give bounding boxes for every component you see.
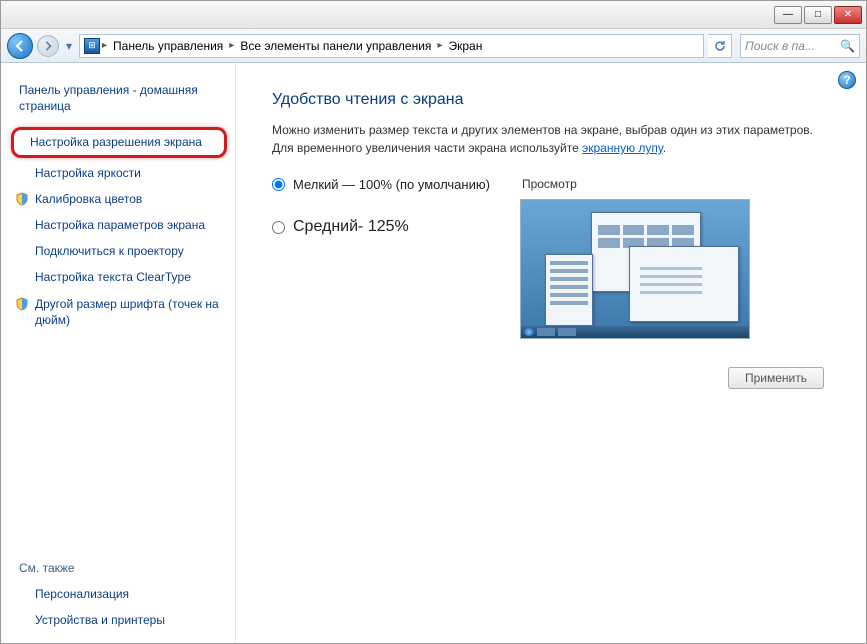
see-also-section: См. также Персонализация Устройства и пр… xyxy=(15,537,223,633)
breadcrumb-item[interactable]: Все элементы панели управления xyxy=(236,39,435,53)
apply-button[interactable]: Применить xyxy=(728,367,824,389)
sidebar-item-label: Калибровка цветов xyxy=(35,192,142,206)
scale-options: Мелкий — 100% (по умолчанию) Средний- 12… xyxy=(272,177,490,339)
magnifier-link[interactable]: экранную лупу xyxy=(582,141,663,155)
chevron-right-icon: ▸ xyxy=(102,40,107,51)
search-icon: 🔍 xyxy=(840,39,855,53)
breadcrumb-item[interactable]: Панель управления xyxy=(109,39,227,53)
scale-option-small[interactable]: Мелкий — 100% (по умолчанию) xyxy=(272,177,490,192)
refresh-button[interactable] xyxy=(708,34,732,58)
breadcrumb-item[interactable]: Экран xyxy=(444,39,486,53)
sidebar-item-resolution[interactable]: Настройка разрешения экрана xyxy=(11,127,227,157)
search-placeholder: Поиск в па... xyxy=(745,39,815,53)
sidebar-item-label: Другой размер шрифта (точек на дюйм) xyxy=(35,297,219,327)
content-pane: ? Удобство чтения с экрана Можно изменит… xyxy=(236,63,866,643)
sidebar-item-calibrate-colors[interactable]: Калибровка цветов xyxy=(15,186,223,212)
preview-image xyxy=(520,199,750,339)
control-panel-home-link[interactable]: Панель управления - домашняя страница xyxy=(15,77,223,119)
refresh-icon xyxy=(714,40,726,52)
preview-window-icon xyxy=(629,246,739,322)
chevron-right-icon: ▸ xyxy=(437,40,442,51)
navigation-bar: ▾ ⊞ ▸ Панель управления ▸ Все элементы п… xyxy=(1,29,866,63)
forward-button[interactable] xyxy=(37,35,59,57)
nav-history-dropdown[interactable]: ▾ xyxy=(63,39,75,53)
sidebar-item-brightness[interactable]: Настройка яркости xyxy=(15,160,223,186)
radio-medium[interactable] xyxy=(272,221,285,234)
back-button[interactable] xyxy=(7,33,33,59)
sidebar: Панель управления - домашняя страница На… xyxy=(1,63,236,643)
search-input[interactable]: Поиск в па... 🔍 xyxy=(740,34,860,58)
sidebar-item-display-settings[interactable]: Настройка параметров экрана xyxy=(15,212,223,238)
close-button[interactable]: ✕ xyxy=(834,6,862,24)
main-area: Панель управления - домашняя страница На… xyxy=(1,63,866,643)
control-panel-icon: ⊞ xyxy=(84,38,100,54)
chevron-right-icon: ▸ xyxy=(229,40,234,51)
desc-text: Можно изменить размер текста и других эл… xyxy=(272,123,813,155)
arrow-left-icon xyxy=(14,40,26,52)
page-description: Можно изменить размер текста и других эл… xyxy=(272,121,832,157)
sidebar-item-connect-projector[interactable]: Подключиться к проектору xyxy=(15,238,223,264)
shield-icon xyxy=(15,297,29,311)
arrow-right-icon xyxy=(43,41,53,51)
minimize-button[interactable]: — xyxy=(774,6,802,24)
help-button[interactable]: ? xyxy=(838,71,856,89)
page-title: Удобство чтения с экрана xyxy=(272,91,832,109)
radio-label: Средний- 125% xyxy=(293,218,409,236)
window-titlebar: — □ ✕ xyxy=(1,1,866,29)
preview-label: Просмотр xyxy=(520,177,750,191)
radio-label: Мелкий — 100% (по умолчанию) xyxy=(293,177,490,192)
maximize-button[interactable]: □ xyxy=(804,6,832,24)
see-also-personalization[interactable]: Персонализация xyxy=(15,581,223,607)
preview-window-icon xyxy=(545,254,593,326)
desc-text-end: . xyxy=(663,141,666,155)
shield-icon xyxy=(15,192,29,206)
sidebar-item-custom-dpi[interactable]: Другой размер шрифта (точек на дюйм) xyxy=(15,291,223,333)
radio-small[interactable] xyxy=(272,178,285,191)
see-also-heading: См. также xyxy=(15,557,223,581)
breadcrumb[interactable]: ⊞ ▸ Панель управления ▸ Все элементы пан… xyxy=(79,34,704,58)
preview-taskbar-icon xyxy=(521,326,749,338)
scale-option-medium[interactable]: Средний- 125% xyxy=(272,218,490,236)
sidebar-item-cleartype[interactable]: Настройка текста ClearType xyxy=(15,264,223,290)
preview-section: Просмотр xyxy=(520,177,750,339)
see-also-devices-printers[interactable]: Устройства и принтеры xyxy=(15,607,223,633)
